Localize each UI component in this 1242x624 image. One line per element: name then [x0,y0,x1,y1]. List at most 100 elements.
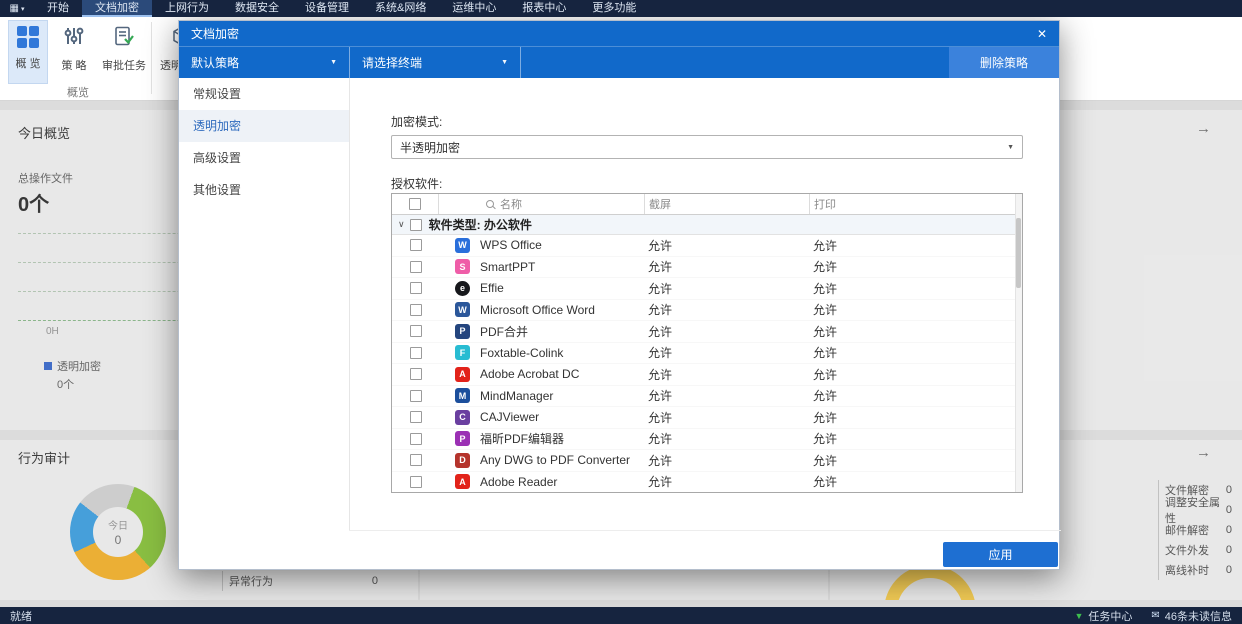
row-checkbox[interactable] [409,411,422,424]
menu-item[interactable]: 上网行为 [152,0,222,17]
menu-item-label: 设备管理 [305,2,349,14]
app-menu-button[interactable]: ▦ ▾ [0,0,34,17]
print-permission: 允许 [813,324,838,339]
row-checkbox[interactable] [409,282,422,295]
app-icon: M [455,388,470,404]
table-scrollbar[interactable] [1015,194,1022,492]
print-permission: 允许 [813,432,838,447]
menu-item-label: 数据安全 [235,2,279,14]
row-checkbox[interactable] [409,325,422,338]
software-group-row[interactable]: ∨ 软件类型: 办公软件 [392,215,1022,235]
group-checkbox[interactable] [409,218,422,231]
row-checkbox[interactable] [409,239,422,252]
dialog-nav-item[interactable]: 高级设置 [179,142,349,174]
print-permission: 允许 [813,238,838,253]
select-all-checkbox[interactable] [409,198,421,210]
menu-item[interactable]: 文档加密 [82,0,152,17]
app-name: Adobe Acrobat DC [480,367,580,382]
policy-select[interactable]: 默认策略 ▼ [179,47,349,78]
terminal-select[interactable]: 请选择终端 ▼ [350,47,520,78]
row-checkbox[interactable] [409,432,422,445]
menu-item[interactable]: 系统&网络 [362,0,439,17]
dialog-titlebar: 文档加密 ✕ [179,21,1059,46]
menu-item-label: 系统&网络 [375,2,427,14]
table-row[interactable]: W WPS Office 允许 允许 [392,235,1022,257]
row-checkbox[interactable] [409,303,422,316]
menu-item-label: 上网行为 [165,2,209,14]
screenshot-permission: 允许 [648,389,673,404]
dialog-nav-item[interactable]: 常规设置 [179,78,349,110]
menu-item[interactable]: 运维中心 [439,0,509,17]
table-row[interactable]: P 福昕PDF编辑器 允许 允许 [392,429,1022,450]
screenshot-permission: 允许 [648,281,673,296]
table-row[interactable]: A Adobe Reader 允许 允许 [392,472,1022,493]
menu-item-label: 开始 [47,2,69,14]
table-row[interactable]: A Adobe Acrobat DC 允许 允许 [392,364,1022,386]
sliders-icon [63,25,85,50]
table-row[interactable]: C CAJViewer 允许 允许 [392,407,1022,429]
table-row[interactable]: S SmartPPT 允许 允许 [392,257,1022,278]
nav-item-label: 高级设置 [193,151,242,165]
app-icon: S [455,259,470,275]
app-icon: A [455,366,470,382]
chevron-expanded-icon[interactable]: ∨ [398,219,405,230]
nav-item-label: 透明加密 [193,119,242,133]
policy-select-value: 默认策略 [191,56,240,70]
table-row[interactable]: P PDF合并 允许 允许 [392,321,1022,343]
app-icon: F [455,345,470,361]
name-column-header: 名称 [500,199,522,211]
app-name: Adobe Reader [480,474,558,489]
print-permission: 允许 [813,346,838,361]
table-row[interactable]: e Effie 允许 允许 [392,278,1022,300]
dialog-nav-item[interactable]: 其他设置 [179,174,349,206]
encryption-mode-value: 半透明加密 [400,140,461,155]
table-row[interactable]: M MindManager 允许 允许 [392,386,1022,407]
grid-icon [17,26,39,48]
menu-item-label: 报表中心 [522,2,567,14]
encryption-mode-select[interactable]: 半透明加密 ▼ [391,135,1023,159]
row-checkbox[interactable] [409,346,422,359]
print-permission: 允许 [813,410,838,425]
close-icon[interactable]: ✕ [1037,27,1047,41]
ribbon-policy-button[interactable]: 策 略 [52,20,96,84]
row-checkbox[interactable] [409,260,422,273]
apply-button[interactable]: 应用 [943,542,1058,567]
table-row[interactable]: W Microsoft Office Word 允许 允许 [392,300,1022,321]
screenshot-permission: 允许 [648,453,673,468]
row-checkbox[interactable] [409,389,422,402]
print-permission: 允许 [813,303,838,318]
row-checkbox[interactable] [409,454,422,467]
scrollbar-thumb[interactable] [1016,218,1021,288]
table-row[interactable]: D Any DWG to PDF Converter 允许 允许 [392,450,1022,472]
app-icon: W [455,302,470,318]
menu-item-label: 运维中心 [452,2,497,14]
mail-icon: ✉ [1151,610,1160,621]
app-grid-icon: ▦ [9,3,19,14]
menu-item[interactable]: 设备管理 [292,0,362,17]
app-icon: D [455,452,470,468]
menu-item[interactable]: 开始 [34,0,82,17]
menu-items: 开始 文档加密 上网行为 数据安全 设备管理 系统&网络 运维中心 报表中心 更多功能 [34,0,649,17]
ribbon-button-label: 审批任务 [102,60,146,72]
menu-item[interactable]: 报表中心 [509,0,579,17]
screenshot-permission: 允许 [648,367,673,382]
software-table: 名称 截屏 打印 ∨ 软件类型: 办公软件 W WPS Office 允许 允许… [391,193,1023,493]
delete-policy-button[interactable]: 删除策略 [949,47,1059,78]
row-checkbox[interactable] [409,368,422,381]
app-name: Microsoft Office Word [480,302,595,317]
print-permission: 允许 [813,453,838,468]
unread-messages-link[interactable]: 46条未读信息 [1165,608,1232,624]
task-center-link[interactable]: 任务中心 [1088,608,1132,624]
ribbon-overview-button[interactable]: 概 览 [8,20,48,84]
menu-item-label: 更多功能 [592,2,637,14]
app-name: Any DWG to PDF Converter [480,453,631,468]
table-body: W WPS Office 允许 允许 S SmartPPT 允许 允许 e Ef… [392,235,1022,493]
menu-item[interactable]: 更多功能 [579,0,649,17]
print-permission: 允许 [813,475,838,490]
dialog-nav-item[interactable]: 透明加密 [179,110,349,142]
row-checkbox[interactable] [409,475,422,488]
menu-item[interactable]: 数据安全 [222,0,292,17]
table-row[interactable]: F Foxtable-Colink 允许 允许 [392,343,1022,364]
ribbon-approval-tasks-button[interactable]: 审批任务 [100,20,148,84]
app-name: SmartPPT [480,259,536,274]
